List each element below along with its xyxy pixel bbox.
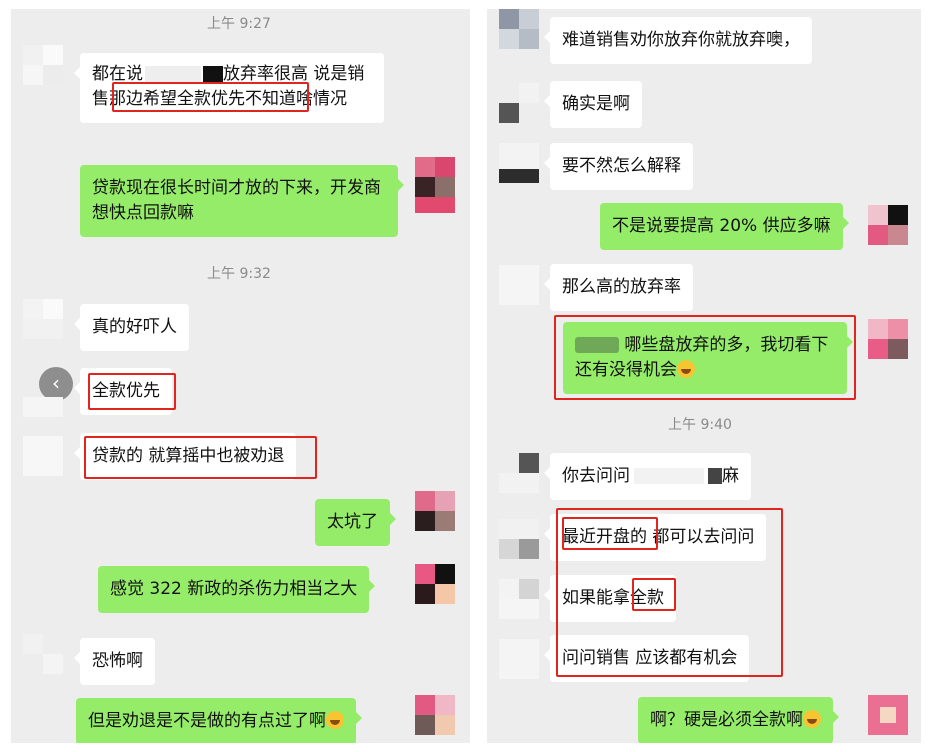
highlight-box [88,373,176,410]
chat-panel-left: 上午 9:27 都在说 放弃率很高 说是销售那边希望全款优先不知道啥情况 贷款现在… [11,9,470,743]
avatar[interactable] [499,519,539,559]
timestamp: 上午 9:40 [668,417,732,433]
avatar[interactable] [23,377,63,417]
highlight-box [112,82,309,112]
avatar[interactable] [415,157,455,197]
timestamp: 上午 9:27 [207,16,271,32]
redacted-text [634,468,704,484]
avatar[interactable] [499,453,539,493]
message-bubble-received[interactable]: 确实是啊 [544,81,642,128]
avatar[interactable] [499,579,539,619]
redacted-text [708,468,722,484]
message-bubble-received[interactable]: 要不然怎么解释 [544,143,693,190]
message-bubble-sent[interactable]: 不是说要提高 20% 供应多嘛 [600,203,849,250]
avatar[interactable] [499,265,539,305]
avatar[interactable] [23,634,63,674]
highlight-box [556,508,783,677]
message-bubble-sent[interactable]: 啊？硬是必须全款啊 [638,697,839,743]
message-bubble-sent[interactable]: 感觉 322 新政的杀伤力相当之大 [98,566,376,613]
avatar[interactable] [868,319,908,359]
message-bubble-received[interactable]: 你去问问麻 [544,453,751,500]
message-bubble-received[interactable]: 难道销售劝你放弃你就放弃噢， [544,17,812,64]
laugh-emoji-icon [326,711,344,729]
avatar[interactable] [499,639,539,679]
message-bubble-sent[interactable]: 贷款现在很长时间才放的下来，开发商想快点回款嘛 [80,165,404,237]
avatar[interactable] [23,45,63,85]
message-bubble-received[interactable]: 那么高的放弃率 [544,264,693,311]
avatar[interactable] [415,564,455,604]
avatar[interactable] [868,205,908,245]
avatar[interactable] [499,9,539,49]
message-bubble-received[interactable]: 恐怖啊 [74,638,155,685]
message-bubble-received[interactable]: 真的好吓人 [74,304,189,351]
redacted-text [145,66,201,82]
avatar[interactable] [23,299,63,339]
avatar[interactable] [23,436,63,476]
avatar[interactable] [868,695,908,735]
chat-panel-right: 难道销售劝你放弃你就放弃噢， 确实是啊 要不然怎么解释 不是说要提高 20% 供… [487,9,921,743]
redacted-text [203,66,223,82]
avatar[interactable] [499,83,539,123]
highlight-box [554,315,856,400]
avatar[interactable] [415,695,455,735]
timestamp: 上午 9:32 [207,266,271,282]
laugh-emoji-icon [803,710,821,728]
message-bubble-sent[interactable]: 但是劝退是不是做的有点过了啊 [76,698,362,743]
message-bubble-sent[interactable]: 太坑了 [315,499,396,546]
avatar[interactable] [415,491,455,531]
highlight-box [84,436,317,479]
avatar[interactable] [499,143,539,183]
